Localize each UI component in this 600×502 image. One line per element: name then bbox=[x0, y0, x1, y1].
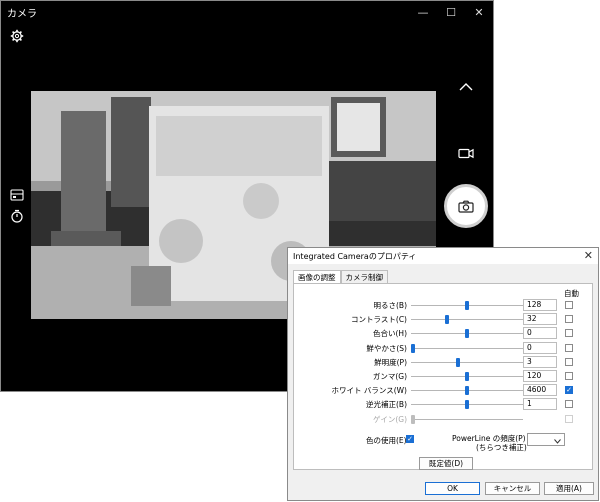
setting-row: ガンマ(G) 120 bbox=[294, 370, 592, 384]
setting-row: ホワイト バランス(W) 4600 ✓ bbox=[294, 384, 592, 398]
tab-camera-control[interactable]: カメラ制御 bbox=[340, 270, 388, 284]
minimize-button[interactable]: — bbox=[409, 1, 437, 23]
setting-slider[interactable] bbox=[411, 315, 523, 325]
slider-thumb[interactable] bbox=[465, 372, 469, 381]
slider-thumb[interactable] bbox=[465, 301, 469, 310]
default-button[interactable]: 既定値(D) bbox=[419, 457, 473, 470]
gear-icon[interactable] bbox=[9, 28, 25, 44]
auto-checkbox[interactable] bbox=[565, 357, 573, 366]
setting-slider[interactable] bbox=[411, 357, 523, 367]
setting-label: コントラスト(C) bbox=[351, 315, 407, 325]
slider-thumb[interactable] bbox=[411, 343, 415, 353]
chevron-down-icon bbox=[554, 437, 561, 446]
setting-slider[interactable] bbox=[411, 372, 523, 381]
setting-label: 色合い(H) bbox=[373, 329, 407, 339]
powerline-select[interactable] bbox=[527, 433, 565, 446]
dialog-close-button[interactable]: ✕ bbox=[584, 249, 593, 262]
setting-slider[interactable] bbox=[411, 400, 523, 410]
dialog-tabs: 画像の調整 カメラ制御 bbox=[293, 270, 388, 284]
cancel-button[interactable]: キャンセル bbox=[485, 482, 540, 495]
setting-value-field[interactable]: 0 bbox=[523, 327, 557, 340]
auto-checkbox[interactable]: ✓ bbox=[565, 386, 573, 395]
setting-value-field[interactable]: 1 bbox=[523, 398, 557, 411]
setting-value-field[interactable]: 128 bbox=[523, 299, 557, 311]
apply-button[interactable]: 適用(A) bbox=[544, 482, 594, 495]
setting-label: ガンマ(G) bbox=[372, 372, 407, 381]
auto-checkbox[interactable] bbox=[565, 372, 573, 380]
setting-value-field[interactable]: 3 bbox=[523, 355, 557, 368]
slider-thumb[interactable] bbox=[465, 400, 469, 410]
setting-row: コントラスト(C) 32 bbox=[294, 313, 592, 327]
color-enable-checkbox[interactable]: ✓ bbox=[406, 435, 414, 443]
setting-slider[interactable] bbox=[411, 386, 523, 396]
camera-titlebar: カメラ — ☐ ✕ bbox=[1, 1, 493, 23]
shutter-button[interactable] bbox=[444, 184, 488, 228]
auto-checkbox[interactable] bbox=[565, 315, 573, 324]
setting-slider[interactable] bbox=[411, 343, 523, 353]
setting-label: 逆光補正(B) bbox=[366, 400, 407, 410]
color-enable-label: 色の使用(E) bbox=[366, 436, 407, 445]
ok-button[interactable]: OK bbox=[425, 482, 480, 495]
camera-icon bbox=[458, 200, 474, 213]
slider-thumb[interactable] bbox=[456, 357, 461, 367]
dialog-titlebar: Integrated Cameraのプロパティ ✕ bbox=[288, 248, 598, 264]
camera-properties-dialog: Integrated Cameraのプロパティ ✕ 画像の調整 カメラ制御 自動… bbox=[287, 247, 599, 501]
setting-label: ゲイン(G) bbox=[372, 414, 407, 424]
setting-slider[interactable] bbox=[411, 329, 523, 339]
auto-checkbox[interactable] bbox=[565, 329, 573, 338]
powerline-sublabel: (ちらつき補正) bbox=[476, 443, 527, 452]
setting-label: 明るさ(B) bbox=[373, 301, 408, 310]
close-button[interactable]: ✕ bbox=[465, 1, 493, 23]
setting-row: 鮮やかさ(S) 0 bbox=[294, 341, 592, 356]
setting-value-field[interactable]: 4600 bbox=[523, 384, 557, 397]
chevron-up-icon[interactable] bbox=[457, 79, 475, 93]
dialog-title: Integrated Cameraのプロパティ bbox=[293, 251, 417, 261]
maximize-button[interactable]: ☐ bbox=[437, 1, 465, 23]
settings-panel: 自動 明るさ(B) 128 コントラスト(C) 32 色合い(H) 0 鮮やかさ(S) 0 鮮明… bbox=[293, 283, 593, 470]
color-enable-row: 色の使用(E) ✓ PowerLine の頻度(P) (ちらつき補正) bbox=[294, 432, 592, 452]
setting-row: ゲイン(G) bbox=[294, 413, 592, 427]
setting-label: 鮮やかさ(S) bbox=[366, 343, 407, 353]
timer-icon[interactable] bbox=[9, 208, 25, 224]
slider-thumb bbox=[411, 414, 415, 424]
auto-header: 自動 bbox=[564, 289, 579, 298]
slider-thumb[interactable] bbox=[465, 329, 469, 339]
auto-checkbox bbox=[565, 414, 573, 423]
window-controls: — ☐ ✕ bbox=[409, 1, 493, 23]
setting-value-field[interactable]: 120 bbox=[523, 370, 557, 382]
video-icon[interactable] bbox=[457, 146, 475, 160]
setting-label: ホワイト バランス(W) bbox=[331, 386, 407, 396]
auto-checkbox[interactable] bbox=[565, 400, 573, 409]
setting-label: 鮮明度(P) bbox=[374, 357, 407, 367]
setting-row: 逆光補正(B) 1 bbox=[294, 398, 592, 412]
setting-row: 鮮明度(P) 3 bbox=[294, 355, 592, 370]
auto-checkbox[interactable] bbox=[565, 343, 573, 352]
setting-row: 明るさ(B) 128 bbox=[294, 299, 592, 313]
slider-thumb[interactable] bbox=[465, 386, 469, 396]
setting-value-field[interactable]: 0 bbox=[523, 341, 557, 354]
setting-value-field[interactable]: 32 bbox=[523, 313, 557, 326]
slider-thumb[interactable] bbox=[444, 315, 449, 325]
setting-slider bbox=[411, 414, 523, 424]
hdr-icon[interactable] bbox=[9, 188, 25, 202]
tab-image-adjust[interactable]: 画像の調整 bbox=[293, 270, 341, 284]
setting-slider[interactable] bbox=[411, 301, 523, 310]
camera-title: カメラ bbox=[7, 8, 37, 20]
setting-row: 色合い(H) 0 bbox=[294, 327, 592, 341]
auto-checkbox[interactable] bbox=[565, 301, 573, 309]
